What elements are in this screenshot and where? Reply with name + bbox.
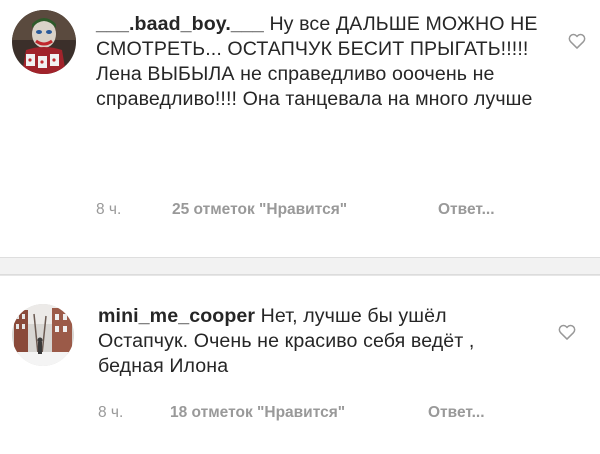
comments-screen: ___.baad_boy.___ Ну все ДАЛЬШЕ МОЖНО НЕ …: [0, 0, 600, 454]
comment-body: mini_me_cooper Нет, лучше бы ушёл Остапч…: [98, 304, 538, 379]
reply-button[interactable]: Ответ...: [438, 201, 495, 219]
avatar[interactable]: [12, 10, 76, 74]
comment-body: ___.baad_boy.___ Ну все ДАЛЬШЕ МОЖНО НЕ …: [96, 12, 546, 112]
comment-card: ___.baad_boy.___ Ну все ДАЛЬШЕ МОЖНО НЕ …: [0, 0, 600, 258]
likes-count-link[interactable]: 18 отметок "Нравится": [170, 404, 345, 422]
comment-username[interactable]: mini_me_cooper: [98, 305, 255, 327]
comment-card: mini_me_cooper Нет, лучше бы ушёл Остапч…: [0, 275, 600, 454]
comment-separator: [0, 258, 600, 275]
comment-time: 8 ч.: [96, 201, 122, 218]
reply-button[interactable]: Ответ...: [428, 404, 485, 422]
comment-time: 8 ч.: [98, 404, 124, 421]
comment-username[interactable]: ___.baad_boy.___: [96, 13, 264, 35]
likes-count-link[interactable]: 25 отметок "Нравится": [172, 201, 347, 219]
like-heart-icon[interactable]: [567, 31, 587, 51]
avatar[interactable]: [12, 304, 74, 366]
joker-avatar-icon: [12, 10, 76, 74]
winter-street-avatar-icon: [12, 304, 74, 366]
like-heart-icon[interactable]: [557, 322, 577, 342]
